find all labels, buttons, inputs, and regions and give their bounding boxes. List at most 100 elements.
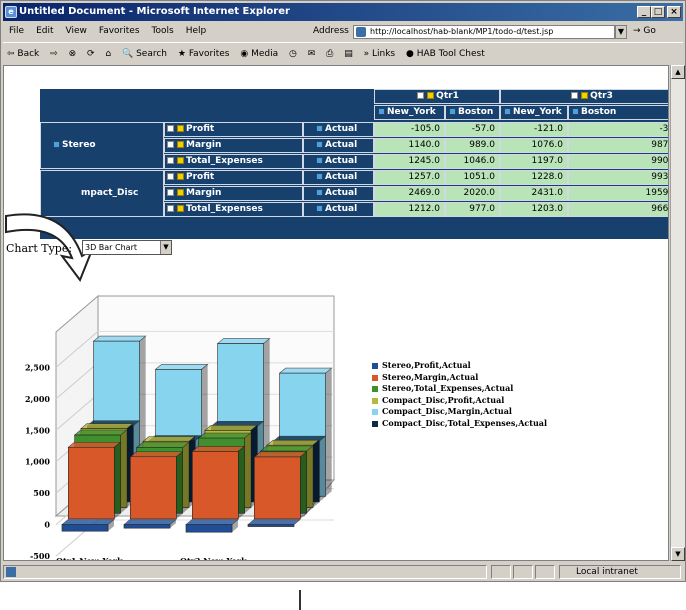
edit-button[interactable]: ▤ <box>340 43 357 65</box>
maximize-button[interactable]: □ <box>651 6 665 18</box>
measure-header-label: Total_Expenses <box>186 156 263 166</box>
folder-icon <box>427 92 435 99</box>
scroll-down-button[interactable]: ▼ <box>671 547 685 561</box>
ie-icon: e <box>5 6 17 18</box>
legend-item: Stereo,Total_Expenses,Actual <box>372 383 547 395</box>
bar-top <box>247 519 301 525</box>
legend-label: Compact_Disc,Profit,Actual <box>382 394 505 405</box>
address-dropdown-button[interactable]: ▼ <box>615 25 627 39</box>
measure-header[interactable]: Profit <box>164 170 303 185</box>
menu-file[interactable]: File <box>3 22 30 41</box>
value-cell: 1245.0 <box>374 154 445 169</box>
history-button[interactable]: ◷ <box>285 43 301 65</box>
city-header[interactable]: New_York <box>374 105 445 120</box>
value-cell: 989.0 <box>445 138 500 153</box>
menu-edit[interactable]: Edit <box>30 22 59 41</box>
bar-side <box>325 368 332 497</box>
go-button[interactable]: → Go <box>633 22 656 41</box>
stop-button[interactable]: ⊗ <box>65 43 81 65</box>
hab-tool-chest-label: HAB Tool Chest <box>416 49 485 59</box>
search-button[interactable]: 🔍 Search <box>118 43 171 65</box>
value-cell-label: 987.0 <box>651 140 669 150</box>
hab-tool-chest-link[interactable]: ● HAB Tool Chest <box>402 43 489 65</box>
value-cell-label: 2469.0 <box>408 188 441 198</box>
forward-button[interactable]: ⇨ <box>46 43 62 65</box>
collapse-icon <box>167 157 174 164</box>
bar-side <box>313 440 319 508</box>
collapse-icon <box>167 125 174 132</box>
print-button[interactable]: ⎙ <box>322 43 337 65</box>
quarter-header[interactable]: Qtr1 <box>374 89 500 104</box>
favorites-label: Favorites <box>188 49 230 59</box>
links-button[interactable]: » Links <box>360 43 400 65</box>
product-header-stereo[interactable]: Stereo <box>40 122 164 169</box>
city-header-label: Boston <box>581 107 617 117</box>
collapse-icon <box>571 92 579 99</box>
measure-header[interactable]: Total_Expenses <box>164 154 303 169</box>
y-tick-label: 0 <box>44 520 50 530</box>
scenario-header[interactable]: Actual <box>303 138 374 153</box>
value-cell-label: 1228.0 <box>531 172 564 182</box>
bar <box>254 456 301 520</box>
value-cell: -105.0 <box>374 122 445 137</box>
quarter-header[interactable]: Qtr3 <box>500 89 668 104</box>
menu-tools[interactable]: Tools <box>146 22 180 41</box>
folder-icon <box>177 173 184 180</box>
back-button[interactable]: ⇦ Back <box>3 43 43 65</box>
y-tick-label: 1,500 <box>25 425 50 435</box>
chart-type-select[interactable]: 3D Bar Chart ▼ <box>82 240 172 255</box>
bar-top <box>278 367 333 374</box>
scenario-header-label: Actual <box>325 124 358 134</box>
mail-button[interactable]: ✉ <box>304 43 320 65</box>
bar-top <box>92 335 147 342</box>
folder-icon <box>177 189 184 196</box>
scroll-up-button[interactable]: ▲ <box>671 65 685 79</box>
value-cell-label: 1203.0 <box>531 204 564 214</box>
bar-top <box>129 451 184 458</box>
measure-header[interactable]: Margin <box>164 186 303 201</box>
value-cell: -121.0 <box>500 122 568 137</box>
legend-swatch <box>372 386 378 392</box>
scenario-header[interactable]: Actual <box>303 186 374 201</box>
bar <box>192 450 239 520</box>
divider-line <box>299 590 301 610</box>
menu-favorites[interactable]: Favorites <box>93 22 146 41</box>
bar-top <box>197 432 252 439</box>
product-header-stereo-label: Stereo <box>62 140 96 150</box>
favorites-button[interactable]: ★ Favorites <box>174 43 234 65</box>
bar <box>123 524 171 529</box>
value-cell-label: 990.0 <box>651 156 669 166</box>
scenario-header[interactable]: Actual <box>303 170 374 185</box>
home-button[interactable]: ⌂ <box>101 43 115 65</box>
value-cell-label: 977.0 <box>469 204 495 214</box>
menu-help[interactable]: Help <box>180 22 213 41</box>
value-cell: 2469.0 <box>374 186 445 201</box>
measure-header[interactable]: Margin <box>164 138 303 153</box>
media-button[interactable]: ◉ Media <box>236 43 282 65</box>
value-cell-label: 1051.0 <box>463 172 496 182</box>
go-label: Go <box>643 26 656 36</box>
scenario-header[interactable]: Actual <box>303 122 374 137</box>
legend-label: Stereo,Margin,Actual <box>382 371 479 382</box>
scenario-header[interactable]: Actual <box>303 154 374 169</box>
city-header[interactable]: Boston <box>568 105 668 120</box>
close-button[interactable]: × <box>667 6 681 18</box>
vertical-scrollbar[interactable]: ▲ ▼ <box>670 65 685 561</box>
minimize-button[interactable]: _ <box>637 6 651 18</box>
collapse-icon <box>167 205 174 212</box>
measure-header-label: Margin <box>186 188 222 198</box>
city-header[interactable]: New_York <box>500 105 568 120</box>
value-cell: 2431.0 <box>500 186 568 201</box>
legend-swatch <box>372 409 378 415</box>
address-input[interactable]: http://localhost/hab-blank/MP1/todo-d/te… <box>353 25 615 39</box>
quarter-header-label: Qtr1 <box>436 91 459 101</box>
refresh-button[interactable]: ⟳ <box>83 43 99 65</box>
measure-header[interactable]: Profit <box>164 122 303 137</box>
menu-view[interactable]: View <box>60 22 93 41</box>
measure-header[interactable]: Total_Expenses <box>164 202 303 217</box>
window-title: Untitled Document - Microsoft Internet E… <box>19 6 290 17</box>
legend-label: Stereo,Total_Expenses,Actual <box>382 383 514 393</box>
city-header[interactable]: Boston <box>445 105 500 120</box>
scenario-header[interactable]: Actual <box>303 202 374 217</box>
bar-top <box>154 363 209 370</box>
